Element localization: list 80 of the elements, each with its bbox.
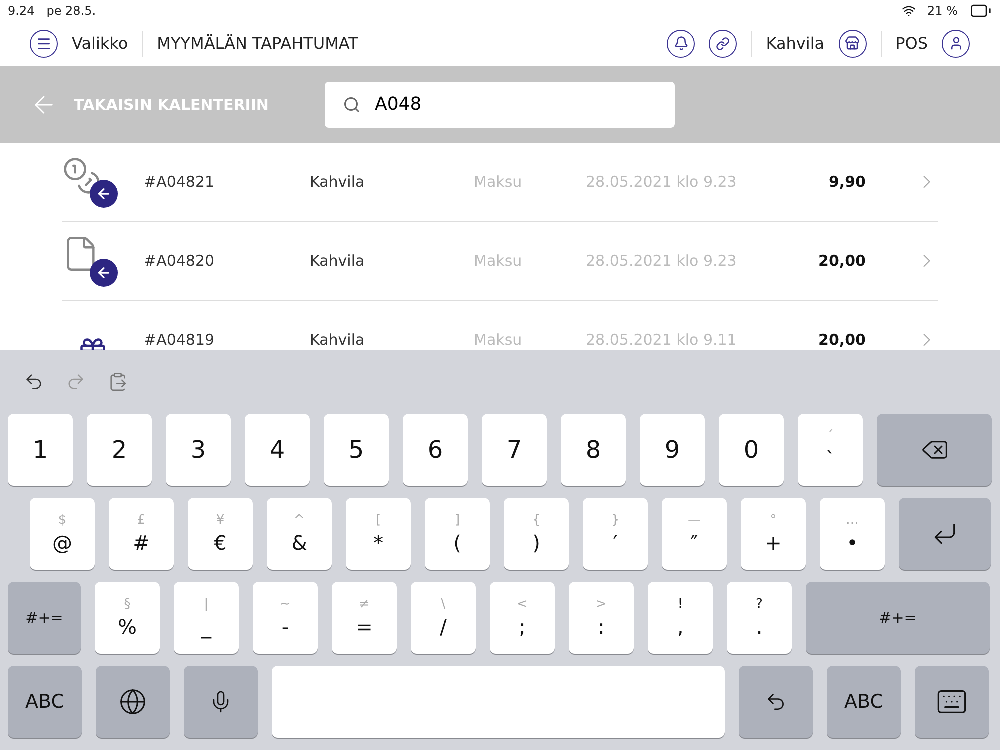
transaction-type: Maksu xyxy=(474,173,524,192)
keyboard-key[interactable]: ¥ € xyxy=(188,498,253,570)
notifications-button[interactable] xyxy=(667,30,696,58)
keyboard-key[interactable]: — ″ xyxy=(662,498,727,570)
transaction-id: #A04821 xyxy=(144,173,216,192)
transaction-id: #A04819 xyxy=(144,331,216,350)
globe-icon xyxy=(119,688,147,716)
wifi-icon xyxy=(902,4,916,18)
keyboard-key[interactable]: 2 xyxy=(87,414,152,486)
undo-icon[interactable] xyxy=(24,372,44,392)
transaction-amount: 20,00 xyxy=(818,331,866,350)
keyboard-key[interactable]: 5 xyxy=(324,414,389,486)
keyboard-key[interactable]: ^ & xyxy=(267,498,332,570)
keyboard-key[interactable]: | _ xyxy=(174,582,239,654)
menu-button[interactable] xyxy=(30,30,58,58)
keyboard-key[interactable]: § % xyxy=(95,582,160,654)
search-field[interactable]: A048 xyxy=(325,82,675,128)
keyboard-key[interactable]: $ @ xyxy=(30,498,95,570)
globe-key[interactable] xyxy=(96,666,170,738)
menu-label[interactable]: Valikko xyxy=(72,34,128,54)
keyboard-key[interactable]: \ / xyxy=(411,582,476,654)
arrow-badge-icon xyxy=(90,259,118,288)
keyboard-key[interactable]: ≠ = xyxy=(332,582,397,654)
paste-icon[interactable] xyxy=(108,372,128,392)
user-icon xyxy=(948,36,964,52)
transaction-datetime: 28.05.2021 klo 9.23 xyxy=(586,252,738,270)
link-icon xyxy=(716,36,730,51)
keyboard-key[interactable]: ´ ` xyxy=(798,414,863,486)
keyboard-key[interactable]: 6 xyxy=(403,414,468,486)
menu-icon xyxy=(36,36,52,52)
keyboard-key[interactable]: 0 xyxy=(719,414,784,486)
keyboard-key[interactable]: ~ - xyxy=(253,582,318,654)
location-label: Kahvila xyxy=(766,34,825,54)
keyboard-key[interactable]: 8 xyxy=(561,414,626,486)
keyboard-key[interactable]: #+= xyxy=(8,582,81,654)
transaction-type: Maksu xyxy=(474,331,524,350)
store-icon xyxy=(845,36,860,52)
transaction-row[interactable]: #A04820 Kahvila Maksu 28.05.2021 klo 9.23 20,00 xyxy=(62,222,938,302)
battery-percent: 21 % xyxy=(928,4,958,18)
store-button[interactable] xyxy=(838,30,867,58)
keyboard-key[interactable]: } ′ xyxy=(583,498,648,570)
keyboard-key[interactable]: ABC xyxy=(8,666,82,738)
undo-icon xyxy=(765,691,787,713)
transaction-type: Maksu xyxy=(474,252,524,270)
transaction-row[interactable]: #A04821 Kahvila Maksu 28.05.2021 klo 9.23 9,90 xyxy=(62,143,938,222)
page-title: MYYMÄLÄN TAPAHTUMAT xyxy=(157,34,358,54)
transaction-location: Kahvila xyxy=(310,252,366,270)
keyboard-key[interactable]: ] ( xyxy=(425,498,490,570)
keyboard-key[interactable]: { ) xyxy=(504,498,569,570)
transaction-datetime: 28.05.2021 klo 9.11 xyxy=(586,331,738,350)
transaction-location: Kahvila xyxy=(310,173,366,192)
keyboard-key[interactable]: 7 xyxy=(482,414,547,486)
keyboard-key[interactable]: < ; xyxy=(490,582,555,654)
keyboard-key[interactable]: ° + xyxy=(741,498,806,570)
search-icon xyxy=(343,96,361,114)
transaction-amount: 9,90 xyxy=(828,173,866,192)
status-time: 9.24 xyxy=(8,4,35,18)
keyboard-key[interactable]: … • xyxy=(820,498,885,570)
keyboard-key[interactable]: 3 xyxy=(166,414,231,486)
keyboard-key[interactable]: [ * xyxy=(346,498,411,570)
transaction-location: Kahvila xyxy=(310,331,366,350)
keyboard-key[interactable]: 9 xyxy=(640,414,705,486)
link-button[interactable] xyxy=(709,30,738,58)
keyboard-key[interactable]: ABC xyxy=(827,666,901,738)
hide-keyboard-key[interactable] xyxy=(915,666,989,738)
keyboard-key[interactable]: 4 xyxy=(245,414,310,486)
user-button[interactable] xyxy=(942,30,970,58)
transaction-amount: 20,00 xyxy=(818,252,866,270)
bell-icon xyxy=(674,36,689,52)
keyboard-key[interactable]: > : xyxy=(569,582,634,654)
keyboard-key[interactable]: £ # xyxy=(109,498,174,570)
keyboard-key[interactable]: ! , xyxy=(648,582,713,654)
keyboard-key[interactable]: ? . xyxy=(727,582,792,654)
arrow-badge-icon xyxy=(90,180,118,208)
register-label: POS xyxy=(896,34,928,54)
status-date: pe 28.5. xyxy=(46,4,96,18)
keyboard-key[interactable]: 1 xyxy=(8,414,73,486)
keyboard-key[interactable]: #+= xyxy=(806,582,990,654)
transaction-datetime: 28.05.2021 klo 9.23 xyxy=(586,173,738,192)
transaction-id: #A04820 xyxy=(144,252,216,270)
